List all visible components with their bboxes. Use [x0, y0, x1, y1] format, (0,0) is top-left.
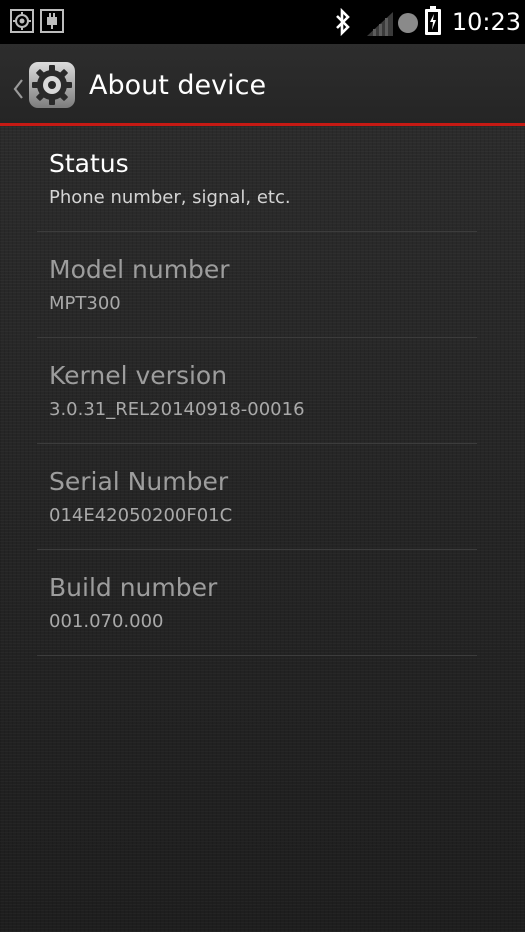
status-bar: 10:23 [0, 0, 525, 44]
battery-charging-icon [424, 6, 442, 40]
pref-summary: Phone number, signal, etc. [49, 187, 291, 208]
usb-icon [40, 9, 64, 33]
chevron-left-icon [12, 78, 24, 104]
page-title: About device [89, 70, 267, 101]
pref-summary: 001.070.000 [49, 611, 164, 632]
gps-icon [10, 9, 34, 33]
pref-item-status[interactable]: Status Phone number, signal, etc. [0, 126, 525, 232]
pref-item-model-number: Model number MPT300 [0, 232, 525, 338]
pref-item-kernel-version: Kernel version 3.0.31_REL20140918-00016 [0, 338, 525, 444]
sync-icon [397, 12, 419, 38]
pref-title: Build number [49, 573, 218, 602]
pref-item-serial-number: Serial Number 014E42050200F01C [0, 444, 525, 550]
pref-title: Model number [49, 255, 230, 284]
pref-title: Status [49, 149, 129, 178]
preferences-list: Status Phone number, signal, etc. Model … [0, 126, 525, 932]
status-clock: 10:23 [451, 8, 521, 36]
pref-title: Kernel version [49, 361, 228, 390]
pref-summary: 014E42050200F01C [49, 505, 233, 526]
bluetooth-icon [333, 7, 353, 40]
list-divider [37, 655, 477, 656]
pref-summary: 3.0.31_REL20140918-00016 [49, 399, 305, 420]
pref-summary: MPT300 [49, 293, 121, 314]
settings-gear-icon [27, 60, 77, 110]
signal-icon [367, 12, 393, 40]
pref-title: Serial Number [49, 467, 229, 496]
pref-item-build-number[interactable]: Build number 001.070.000 [0, 550, 525, 656]
